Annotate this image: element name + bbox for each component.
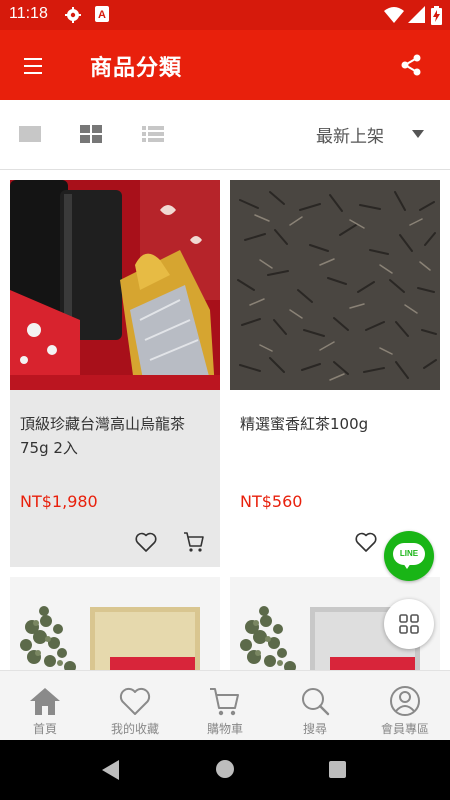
back-icon[interactable] <box>102 760 119 780</box>
bottom-navigation: 首頁 我的收藏 購物車 搜尋 會員專區 <box>0 670 450 740</box>
nav-label: 搜尋 <box>302 722 327 736</box>
status-time: 11:18 <box>9 5 48 22</box>
product-price: NT$560 <box>240 492 303 511</box>
product-price: NT$1,980 <box>20 492 98 511</box>
nav-cart[interactable]: 購物車 <box>180 671 270 741</box>
nav-label: 會員專區 <box>380 722 429 736</box>
hamburger-menu-icon[interactable] <box>20 52 50 80</box>
product-card[interactable]: 頂級珍藏台灣高山烏龍茶75g 2入 NT$1,980 <box>10 180 220 567</box>
product-name[interactable]: 精選蜜香紅茶100g <box>240 412 432 436</box>
user-icon <box>390 686 420 716</box>
product-image[interactable] <box>10 577 220 670</box>
product-image[interactable] <box>230 180 440 390</box>
nav-label: 我的收藏 <box>110 722 159 736</box>
single-column-icon[interactable] <box>19 124 45 146</box>
cart-icon[interactable] <box>182 530 206 554</box>
nav-member[interactable]: 會員專區 <box>360 671 450 741</box>
share-icon[interactable] <box>396 50 426 80</box>
product-grid: 頂級珍藏台灣高山烏龍茶75g 2入 NT$1,980 精選蜜香紅茶100g NT… <box>0 171 450 670</box>
nav-label: 購物車 <box>206 722 243 736</box>
signal-icon <box>408 6 426 28</box>
view-toolbar: 最新上架 <box>0 100 450 170</box>
product-name[interactable]: 頂級珍藏台灣高山烏龍茶75g 2入 <box>20 412 212 460</box>
grid-menu-icon <box>399 614 419 634</box>
home-circle-icon[interactable] <box>216 760 234 778</box>
two-column-grid-icon[interactable] <box>80 124 106 146</box>
nav-search[interactable]: 搜尋 <box>270 671 360 741</box>
recents-icon[interactable] <box>329 761 346 778</box>
nav-label: 首頁 <box>32 722 57 736</box>
product-card[interactable]: 精選蜜香紅茶100g NT$560 <box>230 180 440 567</box>
gear-icon <box>64 6 82 28</box>
heart-icon <box>119 687 151 715</box>
battery-charging-icon <box>431 6 442 29</box>
heart-icon[interactable] <box>134 530 158 554</box>
sort-dropdown[interactable]: 最新上架 <box>316 122 384 147</box>
nav-favorites[interactable]: 我的收藏 <box>90 671 180 741</box>
system-navigation-bar <box>0 740 450 800</box>
svg-text:A: A <box>98 9 106 21</box>
status-bar: 11:18 A <box>0 0 450 30</box>
accessibility-a-icon: A <box>95 6 109 26</box>
line-label: LINE <box>399 549 419 558</box>
grid-menu-button[interactable] <box>384 599 434 649</box>
wifi-icon <box>384 6 404 28</box>
product-image[interactable] <box>10 180 220 390</box>
search-icon <box>302 688 330 716</box>
nav-home[interactable]: 首頁 <box>0 671 90 741</box>
line-icon: LINE <box>393 543 425 565</box>
line-chat-button[interactable]: LINE <box>384 531 434 581</box>
app-bar: 商品分類 <box>0 30 450 100</box>
page-title: 商品分類 <box>90 56 183 81</box>
list-icon[interactable] <box>142 124 168 146</box>
product-card[interactable] <box>10 577 220 670</box>
home-icon <box>30 688 60 715</box>
heart-icon[interactable] <box>354 530 378 554</box>
dropdown-arrow-icon[interactable] <box>412 130 424 138</box>
cart-icon <box>210 688 239 716</box>
